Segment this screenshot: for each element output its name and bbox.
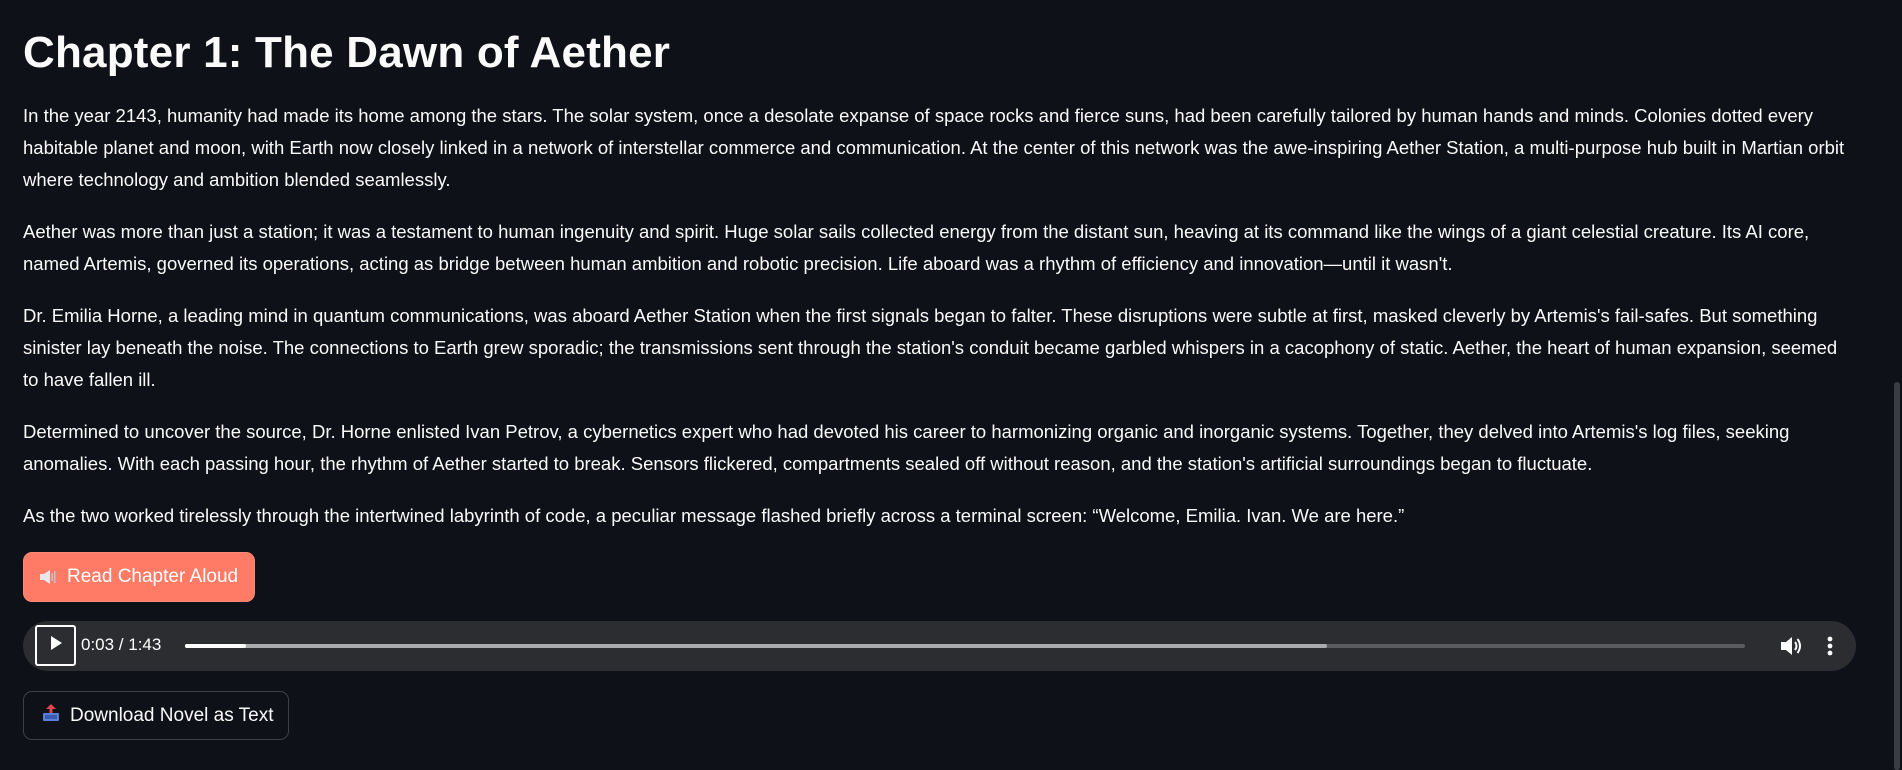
paragraph-3: Dr. Emilia Horne, a leading mind in quan…	[23, 305, 1838, 390]
audio-time-display: 0:03 / 1:43	[81, 635, 162, 654]
download-novel-label: Download Novel as Text	[70, 704, 274, 726]
audio-progress-slider[interactable]	[185, 644, 1745, 648]
play-button[interactable]	[35, 625, 76, 666]
more-options-button[interactable]	[1820, 634, 1840, 658]
paragraph-2: Aether was more than just a station; it …	[23, 221, 1810, 274]
paragraph-5: As the two worked tirelessly through the…	[23, 505, 1405, 526]
chapter-title: Chapter 1: The Dawn of Aether	[23, 28, 671, 77]
chapter-content: Chapter 1: The Dawn of Aether In the yea…	[23, 0, 1858, 532]
read-chapter-aloud-label: Read Chapter Aloud	[67, 566, 239, 587]
audio-player: 0:03 / 1:43	[23, 621, 1856, 671]
play-icon	[49, 635, 63, 656]
audio-played-bar	[185, 644, 246, 648]
outbox-tray-icon	[42, 703, 60, 728]
read-chapter-aloud-button[interactable]: Read Chapter Aloud	[23, 552, 256, 602]
more-vertical-icon	[1820, 636, 1840, 662]
speaker-icon	[39, 569, 57, 585]
download-novel-button[interactable]: Download Novel as Text	[23, 691, 290, 740]
volume-icon	[1779, 637, 1805, 662]
audio-buffered-bar	[185, 644, 1327, 648]
paragraph-4: Determined to uncover the source, Dr. Ho…	[23, 421, 1790, 474]
page-scrollbar[interactable]	[1894, 382, 1900, 770]
paragraph-1: In the year 2143, humanity had made its …	[23, 105, 1845, 190]
volume-button[interactable]	[1779, 634, 1805, 658]
